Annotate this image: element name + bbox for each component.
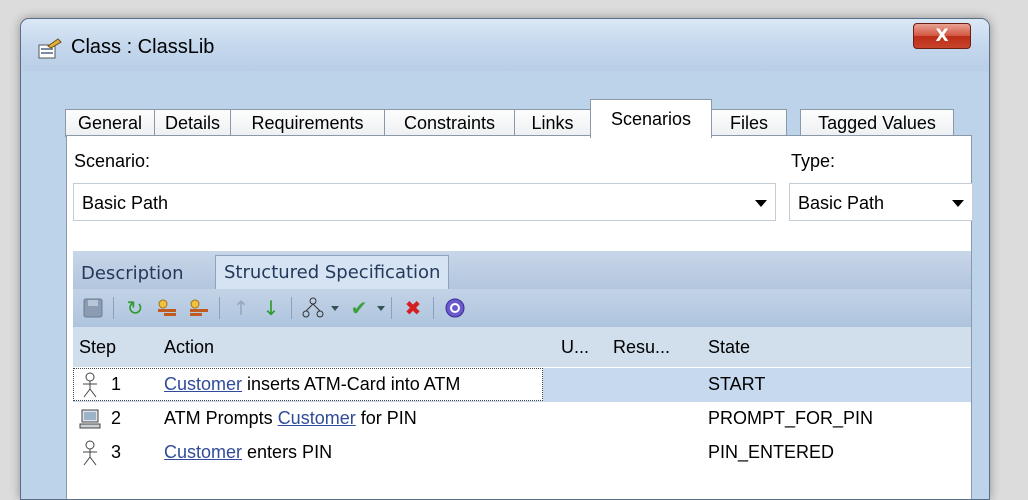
refresh-icon[interactable]: ↻ <box>123 296 147 320</box>
type-value: Basic Path <box>798 193 885 213</box>
tab-links[interactable]: Links <box>514 109 591 137</box>
tab-label: Tagged Values <box>818 113 936 133</box>
tab-scenarios[interactable]: Scenarios <box>590 99 712 138</box>
toolbar-separator <box>433 297 434 319</box>
window-title: Class : ClassLib <box>71 36 215 58</box>
tab-label: Description <box>81 262 184 284</box>
delete-icon[interactable]: ✖ <box>401 296 425 320</box>
toolbar-separator <box>219 297 220 319</box>
column-header-uses[interactable]: U... <box>561 337 589 358</box>
class-properties-window: Class : ClassLib X General Details Requi… <box>20 18 990 500</box>
toolbar-separator <box>291 297 292 319</box>
tab-details[interactable]: Details <box>154 109 231 137</box>
table-row[interactable]: 3 Customer enters PIN PIN_ENTERED <box>73 436 971 470</box>
step-state: PROMPT_FOR_PIN <box>708 408 874 428</box>
chevron-down-icon[interactable] <box>377 306 385 311</box>
actor-link[interactable]: Customer <box>278 408 356 428</box>
move-down-icon[interactable]: ↓ <box>259 296 283 320</box>
column-header-step[interactable]: Step <box>79 337 116 358</box>
title-bar[interactable]: Class : ClassLib X <box>21 19 989 71</box>
help-icon[interactable] <box>443 296 467 320</box>
tab-label: Constraints <box>403 113 496 133</box>
tab-label: Links <box>531 113 574 133</box>
system-icon <box>79 409 101 429</box>
scenario-label: Scenario: <box>74 151 151 171</box>
tab-requirements[interactable]: Requirements <box>230 109 385 137</box>
chevron-down-icon <box>952 200 964 207</box>
generate-diagram-icon[interactable] <box>301 296 325 320</box>
step-action[interactable]: Customer inserts ATM-Card into ATM <box>164 374 460 395</box>
move-up-icon[interactable]: ↑ <box>229 296 253 320</box>
class-properties-icon <box>38 38 62 59</box>
close-button[interactable]: X <box>913 23 971 49</box>
toolbar-separator <box>391 297 392 319</box>
step-action[interactable]: Customer enters PIN <box>164 442 332 463</box>
table-row[interactable]: 2 ATM Prompts Customer for PIN PROMPT_FO… <box>73 402 971 436</box>
steps-grid-header: Step Action U... Resu... State <box>73 327 971 367</box>
tab-constraints[interactable]: Constraints <box>384 109 515 137</box>
actor-icon <box>83 372 97 398</box>
tab-tagged-values[interactable]: Tagged Values <box>800 109 954 137</box>
toolbar-separator <box>113 297 114 319</box>
column-header-state[interactable]: State <box>708 337 750 358</box>
step-state: START <box>708 374 766 394</box>
close-icon: X <box>935 26 949 46</box>
tab-label: General <box>77 113 143 133</box>
step-number: 2 <box>111 408 122 428</box>
action-text: enters PIN <box>242 442 333 462</box>
actor-link[interactable]: Customer <box>164 442 242 462</box>
step-state: PIN_ENTERED <box>708 442 835 462</box>
step-action[interactable]: ATM Prompts Customer for PIN <box>164 408 417 429</box>
type-combo[interactable]: Basic Path <box>789 183 973 221</box>
save-icon[interactable] <box>81 296 105 320</box>
inner-tab-strip: Description Structured Specification <box>73 251 971 289</box>
step-number: 1 <box>111 374 122 394</box>
scenario-combo[interactable]: Basic Path <box>73 183 776 221</box>
tab-label: Scenarios <box>610 108 692 129</box>
dialog-client: General Details Requirements Constraints… <box>35 71 975 499</box>
type-label: Type: <box>791 151 836 171</box>
table-row[interactable]: 1 Customer inserts ATM-Card into ATM STA… <box>73 368 971 402</box>
actor-icon <box>83 440 97 466</box>
action-text: for PIN <box>355 408 417 428</box>
action-text: ATM Prompts <box>164 408 278 428</box>
tab-description[interactable]: Description <box>81 258 184 288</box>
tab-label: Structured Specification <box>224 262 441 283</box>
action-text: inserts ATM-Card into ATM <box>242 374 461 394</box>
scenario-value: Basic Path <box>82 193 169 213</box>
tab-label: Files <box>729 113 768 133</box>
tab-files[interactable]: Files <box>711 109 787 137</box>
tab-label: Requirements <box>251 113 364 133</box>
scenarios-panel: Scenario: Type: Basic Path Basic Path De… <box>66 135 973 499</box>
actor-link[interactable]: Customer <box>164 374 242 394</box>
validate-icon[interactable]: ✔ <box>347 296 371 320</box>
tab-label: Details <box>164 113 221 133</box>
insert-step-icon[interactable] <box>187 296 211 320</box>
column-header-result[interactable]: Resu... <box>613 337 670 358</box>
steps-toolbar: ↻ ↑ ↓ ✔ ✖ <box>73 289 971 327</box>
tab-structured-specification[interactable]: Structured Specification <box>215 255 450 289</box>
chevron-down-icon <box>755 200 767 207</box>
column-header-action[interactable]: Action <box>164 337 214 358</box>
step-number: 3 <box>111 442 122 462</box>
tab-general[interactable]: General <box>65 109 155 137</box>
chevron-down-icon[interactable] <box>331 306 339 311</box>
new-step-icon[interactable] <box>155 296 179 320</box>
